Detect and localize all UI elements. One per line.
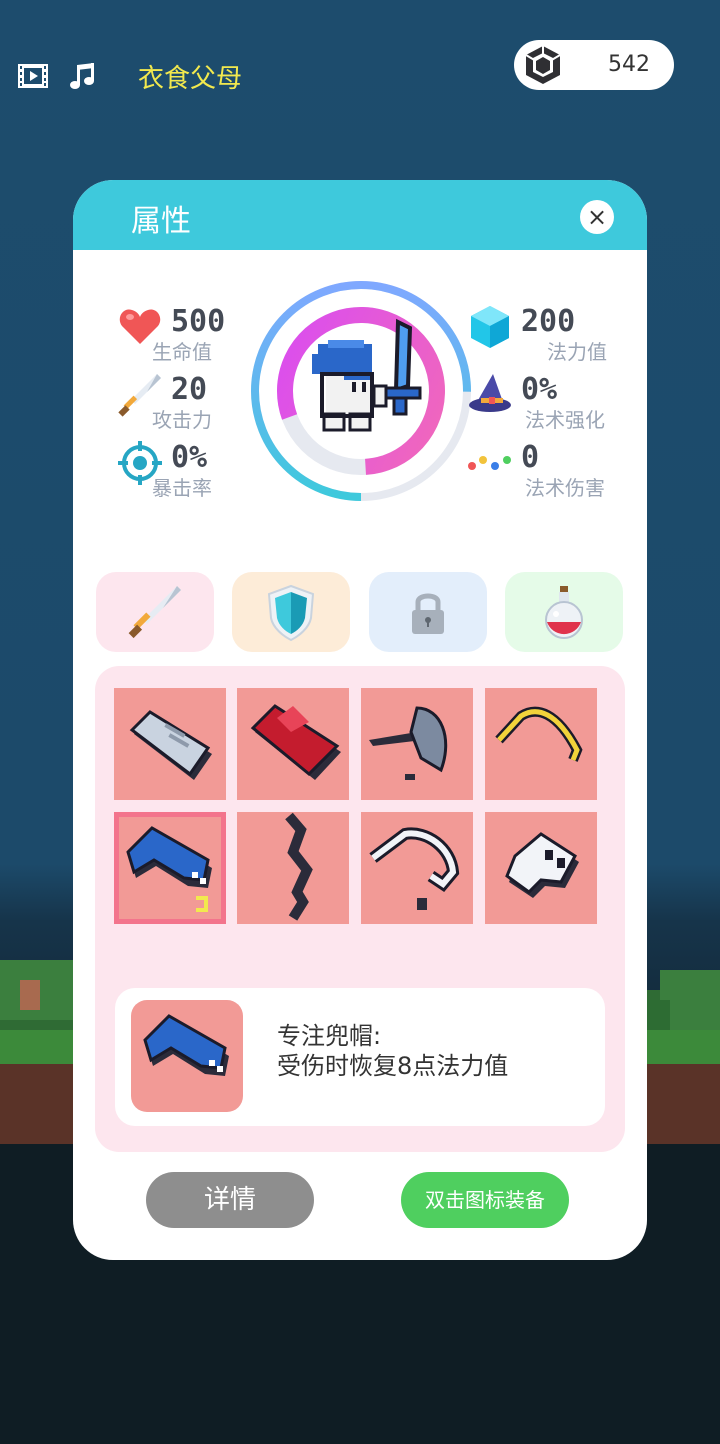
stat-mana-value: 200 <box>521 304 576 339</box>
tab-weapon[interactable] <box>96 572 214 652</box>
potion-icon <box>545 586 583 639</box>
currency-amount: 542 <box>608 52 650 77</box>
details-button[interactable]: 详情 <box>146 1172 314 1228</box>
inventory-slot-8[interactable] <box>485 812 597 924</box>
blue-hood-item-icon <box>126 826 212 912</box>
inventory-slot-6[interactable] <box>237 812 349 924</box>
blue-hood-icon <box>143 1014 229 1076</box>
red-cape-item-icon <box>250 704 341 780</box>
equip-hint-button[interactable]: 双击图标装备 <box>401 1172 569 1228</box>
inventory-slot-3[interactable] <box>361 688 473 800</box>
inventory-slot-5[interactable] <box>114 812 226 924</box>
stat-attack-label: 攻击力 <box>152 408 212 432</box>
stat-crit-label: 暴击率 <box>152 476 212 500</box>
crystal-icon <box>471 306 509 348</box>
stat-attack-value: 20 <box>171 372 208 407</box>
gem-icon <box>525 46 561 84</box>
gold-bow-item-icon <box>495 706 583 762</box>
panel-header: 属性 × <box>73 180 647 250</box>
dark-bolt-item-icon <box>285 812 313 921</box>
music-icon[interactable] <box>67 60 99 92</box>
stat-spell-power-value: 0% <box>521 372 558 407</box>
stat-spell-power-label: 法术强化 <box>525 408 605 432</box>
tab-potion[interactable] <box>505 572 623 652</box>
stat-health-value: 500 <box>171 304 226 339</box>
character-portrait <box>251 281 471 501</box>
inventory-slot-2[interactable] <box>237 688 349 800</box>
shield-tab-icon <box>267 584 315 642</box>
currency-display[interactable]: 542 <box>514 40 674 90</box>
film-icon[interactable] <box>17 60 49 92</box>
detail-item-icon <box>131 1000 243 1112</box>
top-title: 衣食父母 <box>138 64 243 94</box>
stat-mana-label: 法力值 <box>547 340 607 364</box>
close-button[interactable]: × <box>580 200 614 234</box>
dots-icon <box>468 456 511 470</box>
stat-health-label: 生命值 <box>152 340 212 364</box>
detail-item-description: 受伤时恢复8点法力值 <box>277 1052 509 1080</box>
stat-spell-damage-value: 0 <box>521 440 540 475</box>
wizard-hat-icon <box>469 374 511 412</box>
inventory-slot-1[interactable] <box>114 688 226 800</box>
tab-armor[interactable] <box>232 572 350 652</box>
lock-icon <box>412 593 444 634</box>
tab-locked[interactable] <box>369 572 487 652</box>
inventory-slot-4[interactable] <box>485 688 597 800</box>
sword-tab-icon <box>128 586 181 639</box>
scythe-item-icon <box>369 827 460 910</box>
axe-item-icon <box>369 706 448 780</box>
gauntlet-item-icon <box>129 710 212 780</box>
attributes-panel: 属性 × 500 生命值 20 攻击力 0% 暴击率 200 法力值 0% 法术… <box>73 180 647 1260</box>
stat-spell-damage-label: 法术伤害 <box>525 476 605 500</box>
panel-title: 属性 <box>131 204 191 239</box>
stat-crit-value: 0% <box>171 440 208 475</box>
item-detail-card: 专注兜帽: 受伤时恢复8点法力值 <box>115 988 605 1126</box>
inventory-slot-7[interactable] <box>361 812 473 924</box>
skull-helm-item-icon <box>505 832 579 898</box>
